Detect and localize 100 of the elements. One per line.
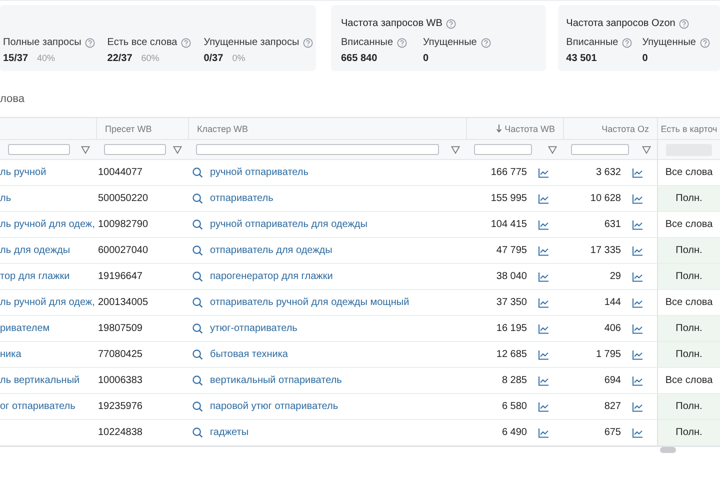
metric-value: 0/37 (204, 53, 224, 64)
cluster-link[interactable]: утюг-отпариватель (210, 323, 298, 334)
query-link[interactable]: тор для глажки (0, 271, 70, 282)
help-icon (181, 38, 192, 48)
table-cell: 38 040 (496, 271, 527, 282)
search-icon (192, 297, 203, 308)
table-cell: 29 (610, 271, 621, 282)
table-cell: 500050220 (98, 193, 148, 204)
status-cell: Полн. (657, 420, 720, 446)
query-link[interactable]: ог отпариватель (0, 401, 76, 412)
trend-chart-icon (538, 402, 549, 412)
table-cell: 600027040 (98, 245, 148, 256)
table-cell: 827 (604, 401, 621, 412)
cluster-link[interactable]: ручной отпариватель (210, 167, 308, 178)
scrollbar-thumb[interactable] (660, 447, 676, 453)
table-cell: 631 (604, 219, 621, 230)
table-cell: 1 795 (596, 349, 621, 360)
status-cell: Все слова (657, 368, 720, 394)
query-link[interactable]: ль ручной (0, 167, 46, 178)
cluster-link[interactable]: гаджеты (210, 427, 249, 438)
table-cell: 6 580 (502, 401, 527, 412)
metric-share: 60% (141, 53, 160, 63)
trend-chart-icon (632, 298, 643, 308)
cluster-link[interactable]: ручной отпариватель для одежды (210, 219, 368, 230)
search-icon (192, 323, 203, 334)
metric-value: 0 (642, 53, 648, 64)
table-cell: 6 490 (502, 427, 527, 438)
metric-label: Упущенные (642, 37, 696, 48)
table-cell: 166 775 (490, 167, 527, 178)
query-link[interactable]: ника (0, 349, 22, 360)
status-cell: Полн. (657, 342, 720, 368)
search-icon (192, 219, 203, 230)
trend-chart-icon (632, 246, 643, 256)
metric-value: 15/37 (3, 53, 28, 64)
trend-chart-icon (538, 298, 549, 308)
filter-field[interactable] (8, 144, 70, 155)
cluster-link[interactable]: бытовая техника (210, 349, 288, 360)
trend-chart-icon (632, 324, 643, 334)
filter-icon (81, 146, 90, 154)
table-cell: 8 285 (502, 375, 527, 386)
column-header[interactable] (0, 118, 96, 140)
table-cell: 10 628 (590, 193, 621, 204)
help-icon (700, 38, 710, 48)
table-cell: 19196647 (98, 271, 142, 282)
trend-chart-icon (632, 220, 643, 230)
table-cell: 10006383 (98, 375, 142, 386)
table-cell: 17 335 (590, 245, 621, 256)
metric-value: 0 (423, 53, 429, 64)
metric-label: Упущенные запросы (204, 37, 300, 48)
table-cell: 19235976 (98, 401, 142, 412)
trend-chart-icon (632, 194, 643, 204)
help-icon (397, 38, 408, 48)
filter-field[interactable] (104, 144, 166, 155)
table-cell: 16 195 (496, 323, 527, 334)
query-link[interactable]: ль вертикальный (0, 375, 80, 386)
search-icon (192, 401, 203, 412)
cluster-link[interactable]: парогенератор для глажки (210, 271, 333, 282)
column-header[interactable]: Частота Oz (563, 118, 657, 140)
query-link[interactable]: ривателем (0, 323, 50, 334)
help-icon (679, 18, 690, 28)
search-icon (192, 375, 203, 386)
column-header[interactable]: Есть в карточ (657, 118, 720, 140)
trend-chart-icon (538, 324, 549, 334)
column-header[interactable]: Частота WB (466, 118, 563, 140)
cluster-link[interactable]: отпариватель для одежды (210, 245, 332, 256)
filter-field[interactable] (571, 144, 629, 155)
cluster-link[interactable]: отпариватель (210, 193, 274, 204)
metric-label: Вписанные (566, 37, 618, 48)
cluster-link[interactable]: вертикальный отпариватель (210, 375, 342, 386)
table-cell: 19807509 (98, 323, 142, 334)
query-link[interactable]: ль для одежды (0, 245, 70, 256)
card-title: Частота запросов WB (341, 18, 442, 29)
metric-label: Есть все слова (107, 37, 178, 48)
filter-field[interactable] (474, 144, 532, 155)
cluster-link[interactable]: отпариватель ручной для одежды мощный (210, 297, 410, 308)
filter-field[interactable] (196, 144, 439, 155)
help-icon (446, 18, 456, 28)
query-link[interactable]: ль ручной для одеж, (0, 297, 95, 308)
filter-icon (451, 146, 460, 154)
metric-label: Полные запросы (3, 37, 82, 48)
column-header[interactable]: Пресет WB (96, 118, 188, 140)
table-cell: 10044077 (98, 167, 142, 178)
card-title: Частота запросов Ozon (566, 18, 676, 29)
table-cell: 100982790 (98, 219, 148, 230)
search-icon (192, 193, 203, 204)
metric-share: 0% (232, 53, 246, 63)
query-link[interactable]: ль ручной для одеж, (0, 219, 95, 230)
table-cell: 155 995 (490, 193, 527, 204)
status-cell: Полн. (657, 316, 720, 342)
search-icon (192, 427, 203, 438)
filter-icon (173, 146, 182, 154)
trend-chart-icon (538, 246, 549, 256)
cluster-link[interactable]: паровой утюг отпариватель (210, 401, 338, 412)
status-cell: Полн. (657, 238, 720, 264)
column-header[interactable]: Кластер WB (188, 118, 466, 140)
table-cell: 675 (604, 427, 621, 438)
query-link[interactable]: ль (0, 193, 12, 204)
help-icon (303, 38, 314, 48)
table-cell: 144 (604, 297, 621, 308)
status-cell: Полн. (657, 394, 720, 420)
